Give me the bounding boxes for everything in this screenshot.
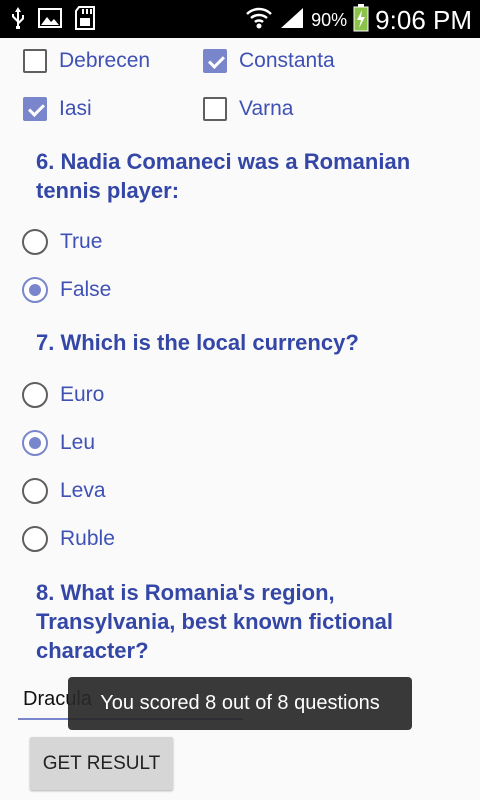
- status-bar: 90% 9:06 PM: [0, 0, 480, 38]
- score-toast: You scored 8 out of 8 questions: [68, 677, 412, 730]
- checkbox-checked[interactable]: [23, 97, 47, 121]
- radio-option-ruble[interactable]: Ruble: [22, 526, 115, 552]
- checkbox-label: Varna: [239, 97, 294, 120]
- checkbox-option-varna[interactable]: Varna: [203, 97, 293, 121]
- checkbox-label: Iasi: [59, 97, 92, 120]
- radio-option-false[interactable]: False: [22, 277, 111, 303]
- radio-label: Leu: [60, 431, 96, 454]
- radio-button-selected[interactable]: [22, 430, 48, 456]
- wifi-icon: [245, 5, 273, 36]
- radio-button[interactable]: [22, 526, 48, 552]
- radio-label: False: [60, 278, 112, 301]
- checkbox-option-iasi[interactable]: Iasi: [23, 97, 92, 121]
- checkbox[interactable]: [23, 49, 47, 73]
- question-7-text: 7. Which is the local currency?: [36, 330, 359, 355]
- usb-icon: [10, 6, 26, 35]
- sd-card-icon: [74, 6, 96, 35]
- radio-button[interactable]: [22, 382, 48, 408]
- clock: 9:06 PM: [375, 5, 472, 35]
- system-icons: 90% 9:06 PM: [245, 4, 472, 37]
- get-result-button[interactable]: GET RESULT: [30, 737, 173, 790]
- checkbox-option-constanta[interactable]: Constanta: [203, 49, 335, 73]
- signal-icon: [279, 6, 305, 35]
- radio-button[interactable]: [22, 478, 48, 504]
- radio-label: True: [60, 230, 103, 253]
- radio-label: Euro: [60, 383, 105, 406]
- checkbox-checked[interactable]: [203, 49, 227, 73]
- notification-icons: [10, 6, 96, 35]
- radio-option-leu[interactable]: Leu: [22, 430, 95, 456]
- checkbox-option-debrecen[interactable]: Debrecen: [23, 49, 150, 73]
- radio-button[interactable]: [22, 229, 48, 255]
- image-icon: [38, 7, 62, 34]
- checkbox-label: Constanta: [239, 49, 335, 72]
- question-8-text: 8. What is Romania's region, Transylvani…: [36, 580, 393, 663]
- checkbox-label: Debrecen: [59, 49, 151, 72]
- radio-option-true[interactable]: True: [22, 229, 102, 255]
- radio-label: Ruble: [60, 527, 115, 550]
- radio-button-selected[interactable]: [22, 277, 48, 303]
- battery-charging-icon: [353, 4, 369, 37]
- quiz-content: Debrecen Constanta Iasi Varna 6. Nadia C…: [0, 38, 480, 800]
- battery-percent: 90%: [311, 10, 348, 30]
- question-6-text: 6. Nadia Comaneci was a Romanian tennis …: [36, 149, 411, 203]
- checkbox[interactable]: [203, 97, 227, 121]
- radio-option-leva[interactable]: Leva: [22, 478, 106, 504]
- radio-label: Leva: [60, 479, 106, 502]
- radio-option-euro[interactable]: Euro: [22, 382, 104, 408]
